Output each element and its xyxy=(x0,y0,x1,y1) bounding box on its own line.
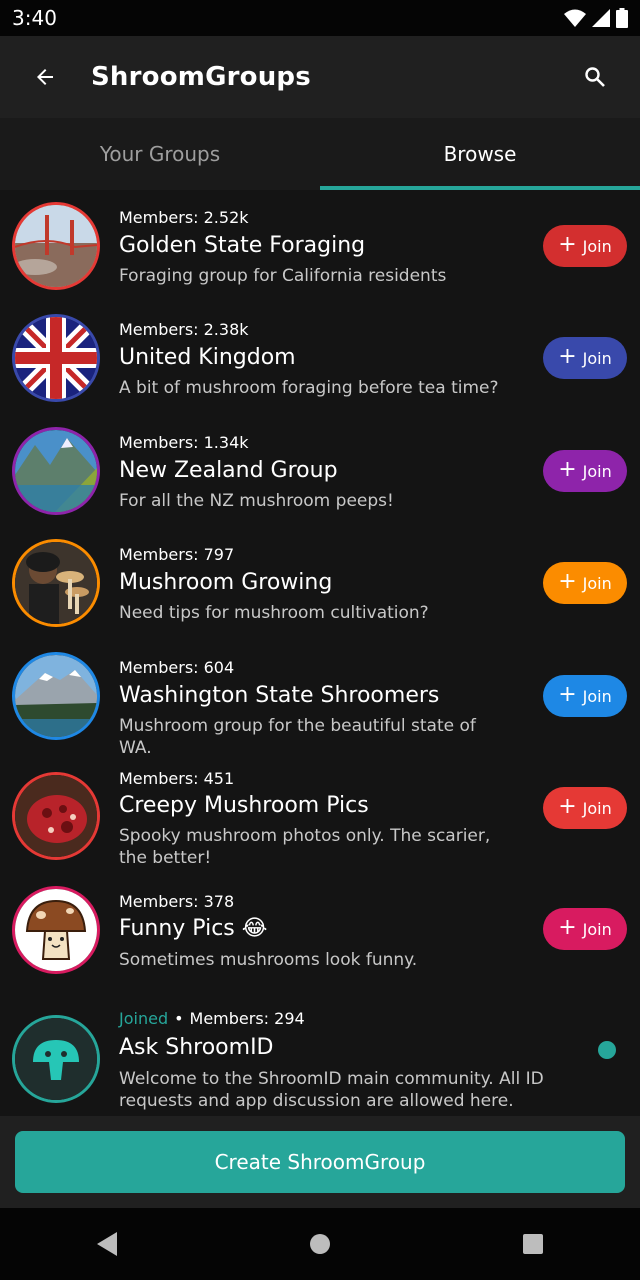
group-avatar xyxy=(12,772,100,860)
join-label: Join xyxy=(582,461,612,481)
group-avatar xyxy=(12,202,100,290)
cartoon-mushroom-image xyxy=(15,889,97,971)
group-list: Members: 2.52k Golden State Foraging For… xyxy=(0,190,640,1116)
group-description: A bit of mushroom foraging before tea ti… xyxy=(119,378,499,398)
group-row-united-kingdom[interactable]: Members: 2.38k United Kingdom A bit of m… xyxy=(0,302,640,415)
join-button[interactable]: + Join xyxy=(543,450,627,492)
join-button[interactable]: + Join xyxy=(543,675,627,717)
group-avatar xyxy=(12,886,100,974)
search-icon xyxy=(585,67,605,87)
uk-flag-image xyxy=(15,317,97,399)
member-count: Members: 1.34k xyxy=(119,433,249,452)
nav-recents-button[interactable] xyxy=(503,1214,563,1274)
group-avatar xyxy=(12,1015,100,1103)
member-count: Members: 797 xyxy=(119,545,235,564)
member-count: Members: 2.52k xyxy=(119,208,249,227)
separator-dot: • xyxy=(174,1009,184,1028)
group-description: For all the NZ mushroom peeps! xyxy=(119,491,394,511)
plus-icon: + xyxy=(558,232,577,257)
group-row-mushroom-growing[interactable]: Members: 797 Mushroom Growing Need tips … xyxy=(0,527,640,640)
group-row-ask-shroomid[interactable]: Joined • Members: 294 Ask ShroomID Welco… xyxy=(0,990,640,1116)
page-title: ShroomGroups xyxy=(91,62,311,92)
group-row-funny-pics[interactable]: Members: 378 Funny Pics 😂 Sometimes mush… xyxy=(0,873,640,990)
join-label: Join xyxy=(582,686,612,706)
group-description: Welcome to the ShroomID main community. … xyxy=(119,1069,544,1111)
wifi-icon xyxy=(564,9,586,27)
member-count: Members: 378 xyxy=(119,892,235,911)
shroomid-logo-image xyxy=(15,1018,97,1100)
signal-icon xyxy=(592,9,610,27)
join-button[interactable]: + Join xyxy=(543,908,627,950)
group-name: United Kingdom xyxy=(119,345,296,370)
group-avatar xyxy=(12,314,100,402)
group-avatar xyxy=(12,539,100,627)
group-description: Spooky mushroom photos only. The scarier… xyxy=(119,826,491,868)
join-button[interactable]: + Join xyxy=(543,787,627,829)
member-count: Members: 604 xyxy=(119,658,235,677)
system-nav-bar xyxy=(0,1208,640,1280)
nav-home-button[interactable] xyxy=(290,1214,350,1274)
plus-icon: + xyxy=(558,457,577,482)
bridge-image xyxy=(15,205,97,287)
bottom-action-area: Create ShroomGroup xyxy=(0,1116,640,1208)
tab-your-groups[interactable]: Your Groups xyxy=(0,118,320,190)
group-name: Funny Pics 😂 xyxy=(119,916,268,941)
search-button[interactable] xyxy=(575,57,615,97)
plus-icon: + xyxy=(558,915,577,940)
join-label: Join xyxy=(582,236,612,256)
group-avatar xyxy=(12,652,100,740)
group-description: Need tips for mushroom cultivation? xyxy=(119,603,429,623)
circle-home-icon xyxy=(309,1234,330,1254)
join-label: Join xyxy=(582,798,612,818)
member-count: Members: 451 xyxy=(119,769,235,788)
grower-photo-image xyxy=(15,542,97,624)
plus-icon: + xyxy=(558,344,577,369)
member-count: Members: 294 xyxy=(189,1009,305,1028)
join-label: Join xyxy=(582,919,612,939)
app-bar: ShroomGroups xyxy=(0,36,640,118)
arrow-back-icon xyxy=(37,69,53,85)
tab-bar: Your Groups Browse xyxy=(0,118,640,190)
plus-icon: + xyxy=(558,569,577,594)
group-avatar xyxy=(12,427,100,515)
group-name: Washington State Shroomers xyxy=(119,683,440,708)
landscape-image xyxy=(15,430,97,512)
join-label: Join xyxy=(582,348,612,368)
group-name: Creepy Mushroom Pics xyxy=(119,793,369,818)
group-name: Golden State Foraging xyxy=(119,233,366,258)
tab-browse[interactable]: Browse xyxy=(320,118,640,190)
triangle-back-icon xyxy=(96,1232,117,1256)
create-shroomgroup-button[interactable]: Create ShroomGroup xyxy=(15,1131,625,1193)
join-button[interactable]: + Join xyxy=(543,562,627,604)
join-button[interactable]: + Join xyxy=(543,225,627,267)
group-row-new-zealand-group[interactable]: Members: 1.34k New Zealand Group For all… xyxy=(0,415,640,527)
member-count: Members: 2.38k xyxy=(119,320,249,339)
joined-indicator-dot xyxy=(598,1041,616,1059)
status-time: 3:40 xyxy=(12,6,57,30)
joined-label: Joined xyxy=(119,1009,169,1028)
group-name: Mushroom Growing xyxy=(119,570,333,595)
group-row-golden-state-foraging[interactable]: Members: 2.52k Golden State Foraging For… xyxy=(0,190,640,302)
join-label: Join xyxy=(582,573,612,593)
nav-back-button[interactable] xyxy=(77,1214,137,1274)
group-description: Sometimes mushrooms look funny. xyxy=(119,950,418,970)
square-recents-icon xyxy=(523,1234,544,1254)
group-row-creepy-mushroom-pics[interactable]: Members: 451 Creepy Mushroom Pics Spooky… xyxy=(0,753,640,873)
plus-icon: + xyxy=(558,794,577,819)
creepy-mushroom-image xyxy=(15,775,97,857)
battery-icon xyxy=(616,8,628,28)
join-button[interactable]: + Join xyxy=(543,337,627,379)
plus-icon: + xyxy=(558,682,577,707)
group-name: Ask ShroomID xyxy=(119,1035,274,1060)
group-row-washington-state-shroomers[interactable]: Members: 604 Washington State Shroomers … xyxy=(0,640,640,758)
group-name: New Zealand Group xyxy=(119,458,338,483)
status-bar: 3:40 xyxy=(0,0,640,36)
back-button[interactable] xyxy=(25,57,65,97)
mountain-image xyxy=(15,655,97,737)
group-description: Foraging group for California residents xyxy=(119,266,447,286)
